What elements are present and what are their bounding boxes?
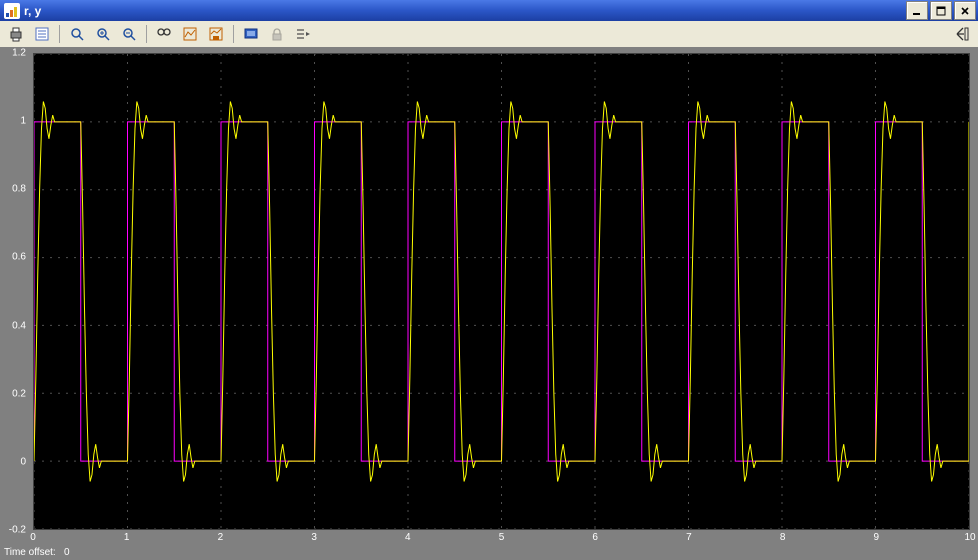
lock-axes-button[interactable] [265,22,289,46]
autoscale-button[interactable] [178,22,202,46]
toolbar [0,21,978,48]
scope-area: -0.2 0 0.2 0.4 0.6 0.8 1 1.2 0 1 2 3 4 5 6 7 8 9 10 Time … [0,47,978,560]
y-tick-label: 0.8 [12,184,26,195]
toolbar-separator [146,25,147,43]
y-tick-label: 1.2 [12,48,26,59]
dock-icon[interactable] [950,22,974,46]
y-tick-label: 0.6 [12,252,26,263]
y-tick-label: 0 [20,456,26,467]
x-tick-label: 8 [780,532,786,543]
y-tick-label: 1 [20,116,26,127]
maximize-button[interactable] [930,1,952,20]
toolbar-separator [59,25,60,43]
status-bar: Time offset: 0 [4,547,70,558]
find-button[interactable] [152,22,176,46]
x-tick-label: 10 [964,532,975,543]
y-tick-label: 0.2 [12,388,26,399]
time-offset-label: Time offset: [4,547,56,558]
zoom-out-button[interactable] [117,22,141,46]
plot-axes[interactable] [33,53,970,530]
toolbar-separator [233,25,234,43]
x-tick-label: 5 [499,532,505,543]
time-offset-value: 0 [64,547,70,558]
parameters-button[interactable] [30,22,54,46]
x-tick-label: 3 [311,532,317,543]
zoom-in-button[interactable] [65,22,89,46]
x-tick-label: 2 [218,532,224,543]
app-icon [4,3,20,19]
close-button[interactable] [954,1,976,20]
x-tick-label: 0 [30,532,36,543]
x-axis-labels: 012345678910 [33,532,970,546]
y-axis-labels: -0.200.20.40.60.811.2 [0,53,30,530]
window-title: r, y [24,4,906,18]
plot-canvas [34,54,969,529]
save-axes-button[interactable] [204,22,228,46]
x-tick-label: 6 [592,532,598,543]
x-tick-label: 1 [124,532,130,543]
zoom-xy-button[interactable] [91,22,115,46]
x-tick-label: 9 [874,532,880,543]
scope-window: r, y [0,0,978,560]
x-tick-label: 4 [405,532,411,543]
title-bar[interactable]: r, y [0,0,978,21]
floating-scope-button[interactable] [239,22,263,46]
x-tick-label: 7 [686,532,692,543]
y-tick-label: -0.2 [9,525,26,536]
window-controls [906,1,976,20]
print-button[interactable] [4,22,28,46]
signal-select-button[interactable] [291,22,315,46]
y-tick-label: 0.4 [12,320,26,331]
minimize-button[interactable] [906,1,928,20]
